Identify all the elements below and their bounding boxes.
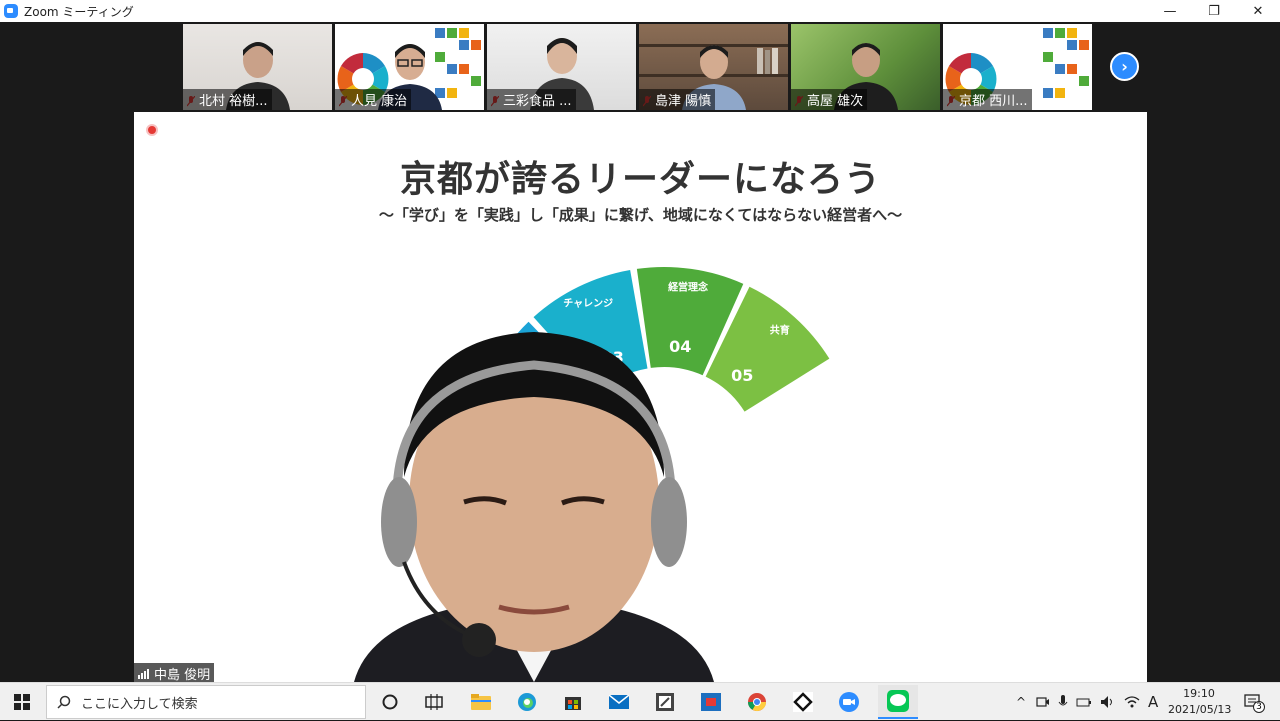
participant-name: 人見 康治 (335, 89, 412, 110)
speaker-video (354, 332, 714, 682)
windows-logo-icon (14, 694, 30, 710)
microphone-icon[interactable] (1058, 695, 1068, 709)
device-icon (701, 693, 721, 711)
speaker-name: 中島 俊明 (154, 668, 211, 683)
zoom-logo-icon (4, 4, 18, 18)
participant-tile[interactable]: 人見 康治 (335, 24, 484, 110)
search-icon (57, 695, 71, 709)
cortana-circle-icon (382, 694, 398, 710)
explorer-app[interactable] (466, 687, 496, 717)
clock-time: 19:10 (1183, 687, 1215, 700)
snipping-app[interactable] (650, 687, 680, 717)
chrome-icon (748, 693, 766, 712)
volume-icon[interactable] (1100, 695, 1116, 709)
restore-button[interactable]: ❐ (1192, 0, 1236, 22)
participant-name: 島津 陽慎 (639, 89, 716, 110)
chevron-up-icon[interactable]: ^ (1012, 695, 1030, 709)
chrome-app[interactable] (742, 687, 772, 717)
snip-icon (656, 693, 674, 711)
next-participants-button[interactable]: › (1110, 52, 1139, 81)
participant-name: 京都 西川... (943, 89, 1032, 110)
task-view-button[interactable] (419, 687, 449, 717)
recording-indicator-icon (146, 124, 158, 136)
meet-now-icon[interactable] (1036, 695, 1050, 709)
headset-mic (462, 623, 496, 657)
folder-icon (471, 694, 491, 710)
zoom-app-icon (839, 692, 859, 712)
participant-strip: 北村 裕樹... 人見 康治 三彩食品 ... 島津 陽慎 高屋 雄次 京都 西… (183, 24, 1092, 110)
tablet-app[interactable] (696, 687, 726, 717)
taskbar-search-box[interactable]: ここに入力して検索 (46, 685, 366, 719)
edge-icon (518, 693, 536, 711)
windows-taskbar: ここに入力して検索 ^ A 19:10 2021/05/13 3 (0, 682, 1280, 720)
store-icon (565, 697, 581, 710)
participant-tile[interactable]: 京都 西川... (943, 24, 1092, 110)
mail-app[interactable] (604, 687, 634, 717)
action-center-button[interactable]: 3 (1238, 687, 1268, 717)
taskbar-clock[interactable]: 19:10 2021/05/13 (1168, 686, 1232, 718)
battery-icon[interactable] (1076, 696, 1092, 708)
system-tray: ^ A (1012, 683, 1158, 721)
notification-count-badge: 3 (1253, 701, 1265, 713)
participant-tile[interactable]: 高屋 雄次 (791, 24, 940, 110)
diamond-app-icon (793, 692, 813, 712)
participant-name: 三彩食品 ... (487, 89, 576, 110)
window-title: Zoom ミーティング (24, 4, 134, 19)
task-view-icon (425, 694, 443, 710)
participant-tile[interactable]: 三彩食品 ... (487, 24, 636, 110)
mail-icon (609, 695, 629, 709)
headset-earcup-right (651, 477, 687, 567)
slide-subtitle: 〜「学び」を「実践」し「成果」に繋げ、地域になくてはならない経営者へ〜 (378, 206, 903, 224)
signal-bars-icon (138, 668, 149, 679)
wifi-icon[interactable] (1124, 695, 1140, 709)
line-app[interactable] (878, 685, 918, 719)
line-app-icon (887, 690, 909, 712)
chevron-right-icon: › (1121, 57, 1128, 76)
search-placeholder: ここに入力して検索 (81, 696, 198, 712)
slide-title: 京都が誇るリーダーになろう (399, 159, 881, 200)
participant-tile[interactable]: 島津 陽慎 (639, 24, 788, 110)
cortana-button[interactable] (375, 687, 405, 717)
ime-indicator[interactable]: A (1148, 693, 1158, 711)
edge-app[interactable] (512, 687, 542, 717)
speaker-name-label: 中島 俊明 (134, 663, 215, 684)
app-diamond[interactable] (788, 687, 818, 717)
store-app[interactable] (558, 687, 588, 717)
start-button[interactable] (0, 683, 44, 721)
window-titlebar: Zoom ミーティング — ❐ ✕ (0, 0, 1280, 22)
participant-tile[interactable]: 北村 裕樹... (183, 24, 332, 110)
minimize-button[interactable]: — (1148, 0, 1192, 22)
wheel-segment-label: 経営理念 (668, 281, 708, 294)
zoom-app[interactable] (834, 687, 864, 717)
shared-screen: 京都が誇るリーダーになろう 〜「学び」を「実践」し「成果」に繋げ、地域になくては… (134, 112, 1147, 682)
clock-date: 2021/05/13 (1168, 703, 1232, 716)
participant-name: 北村 裕樹... (183, 89, 272, 110)
headset-earcup-left (381, 477, 417, 567)
close-button[interactable]: ✕ (1236, 0, 1280, 22)
participant-name: 高屋 雄次 (791, 89, 868, 110)
